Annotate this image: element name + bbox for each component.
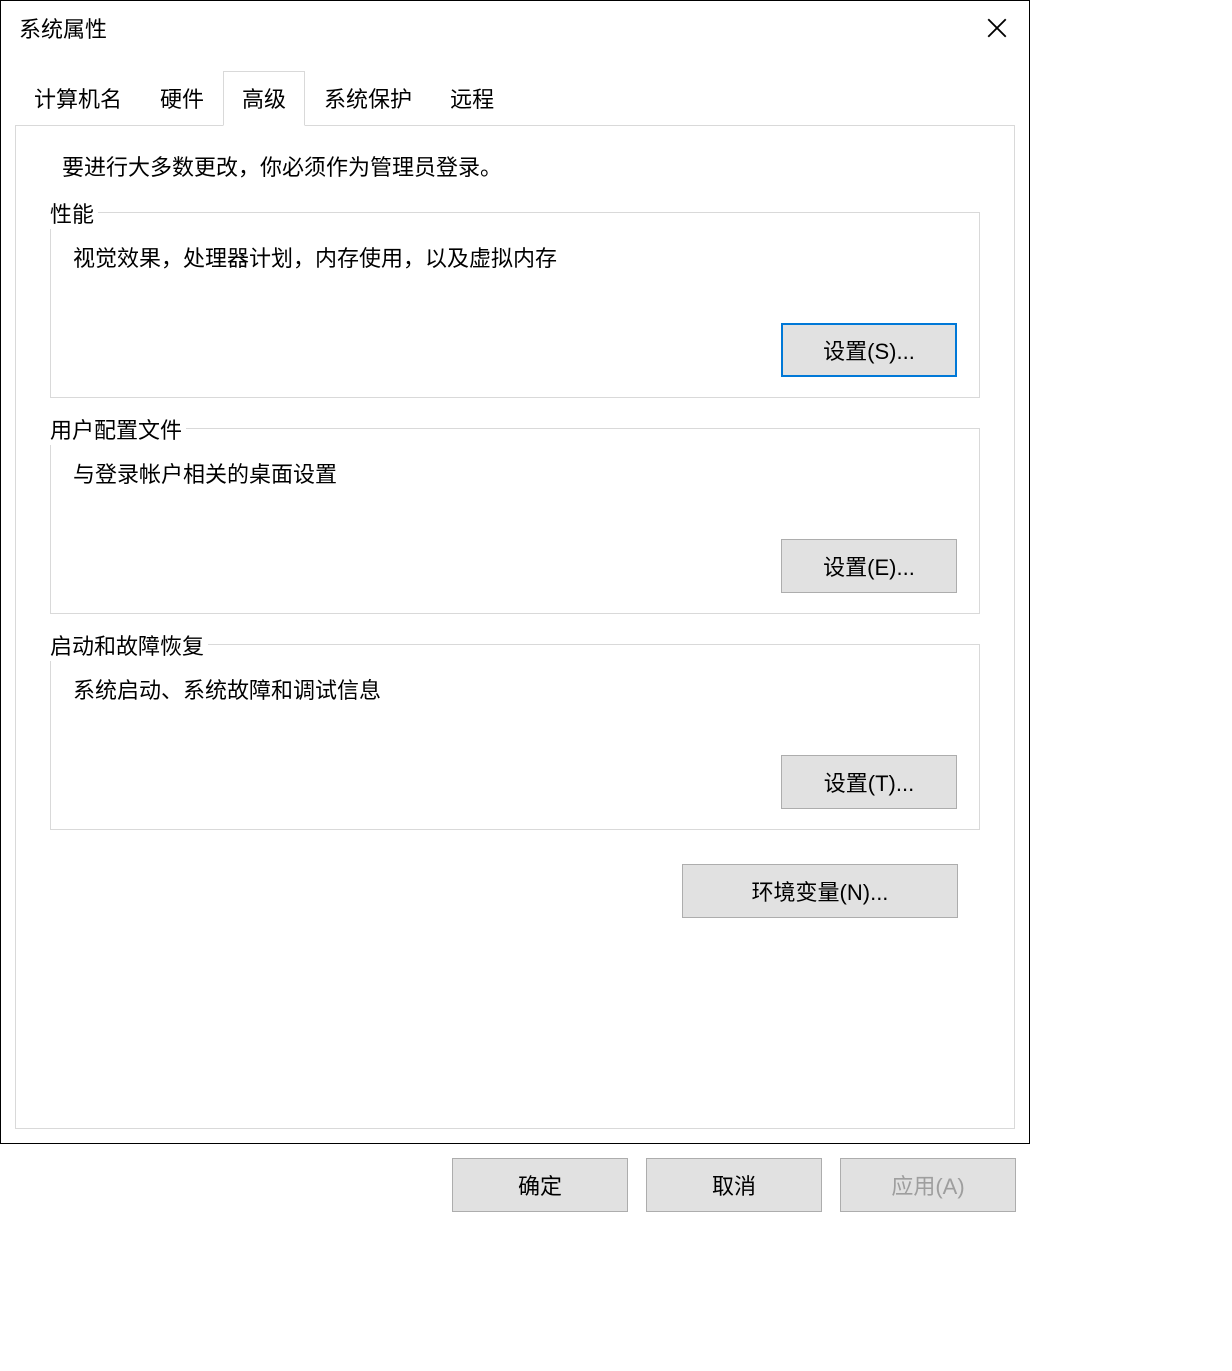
group-user-profiles: 用户配置文件 与登录帐户相关的桌面设置 设置(E)... [50, 428, 980, 614]
group-startup-recovery: 启动和故障恢复 系统启动、系统故障和调试信息 设置(T)... [50, 644, 980, 830]
group-startup-recovery-btn-row: 设置(T)... [73, 755, 957, 809]
group-performance-btn-row: 设置(S)... [73, 323, 957, 377]
group-user-profiles-title: 用户配置文件 [50, 413, 186, 445]
group-startup-recovery-desc: 系统启动、系统故障和调试信息 [73, 673, 957, 705]
cancel-button[interactable]: 取消 [646, 1158, 822, 1212]
window-title: 系统属性 [19, 12, 107, 44]
performance-settings-button[interactable]: 设置(S)... [781, 323, 957, 377]
tab-computer-name[interactable]: 计算机名 [15, 71, 141, 125]
dialog-button-bar: 确定 取消 应用(A) [0, 1144, 1030, 1212]
group-performance-title: 性能 [50, 197, 98, 229]
ok-button[interactable]: 确定 [452, 1158, 628, 1212]
user-profiles-settings-button[interactable]: 设置(E)... [781, 539, 957, 593]
group-performance: 性能 视觉效果，处理器计划，内存使用，以及虚拟内存 设置(S)... [50, 212, 980, 398]
close-button[interactable] [977, 8, 1017, 48]
tab-advanced[interactable]: 高级 [223, 71, 305, 126]
tab-remote[interactable]: 远程 [431, 71, 513, 125]
admin-note: 要进行大多数更改，你必须作为管理员登录。 [50, 150, 980, 182]
group-user-profiles-btn-row: 设置(E)... [73, 539, 957, 593]
environment-variables-button[interactable]: 环境变量(N)... [682, 864, 958, 918]
system-properties-dialog: 系统属性 计算机名 硬件 高级 系统保护 远程 要进行大多数更改，你必须作为管理… [0, 0, 1030, 1144]
tabs-row: 计算机名 硬件 高级 系统保护 远程 [1, 71, 1029, 125]
close-icon [987, 18, 1007, 38]
startup-recovery-settings-button[interactable]: 设置(T)... [781, 755, 957, 809]
group-performance-desc: 视觉效果，处理器计划，内存使用，以及虚拟内存 [73, 241, 957, 273]
environment-variables-row: 环境变量(N)... [50, 860, 980, 928]
tab-content-advanced: 要进行大多数更改，你必须作为管理员登录。 性能 视觉效果，处理器计划，内存使用，… [15, 125, 1015, 1129]
titlebar: 系统属性 [1, 1, 1029, 55]
group-user-profiles-desc: 与登录帐户相关的桌面设置 [73, 457, 957, 489]
group-startup-recovery-title: 启动和故障恢复 [50, 629, 208, 661]
tab-system-protection[interactable]: 系统保护 [305, 71, 431, 125]
tab-hardware[interactable]: 硬件 [141, 71, 223, 125]
apply-button[interactable]: 应用(A) [840, 1158, 1016, 1212]
